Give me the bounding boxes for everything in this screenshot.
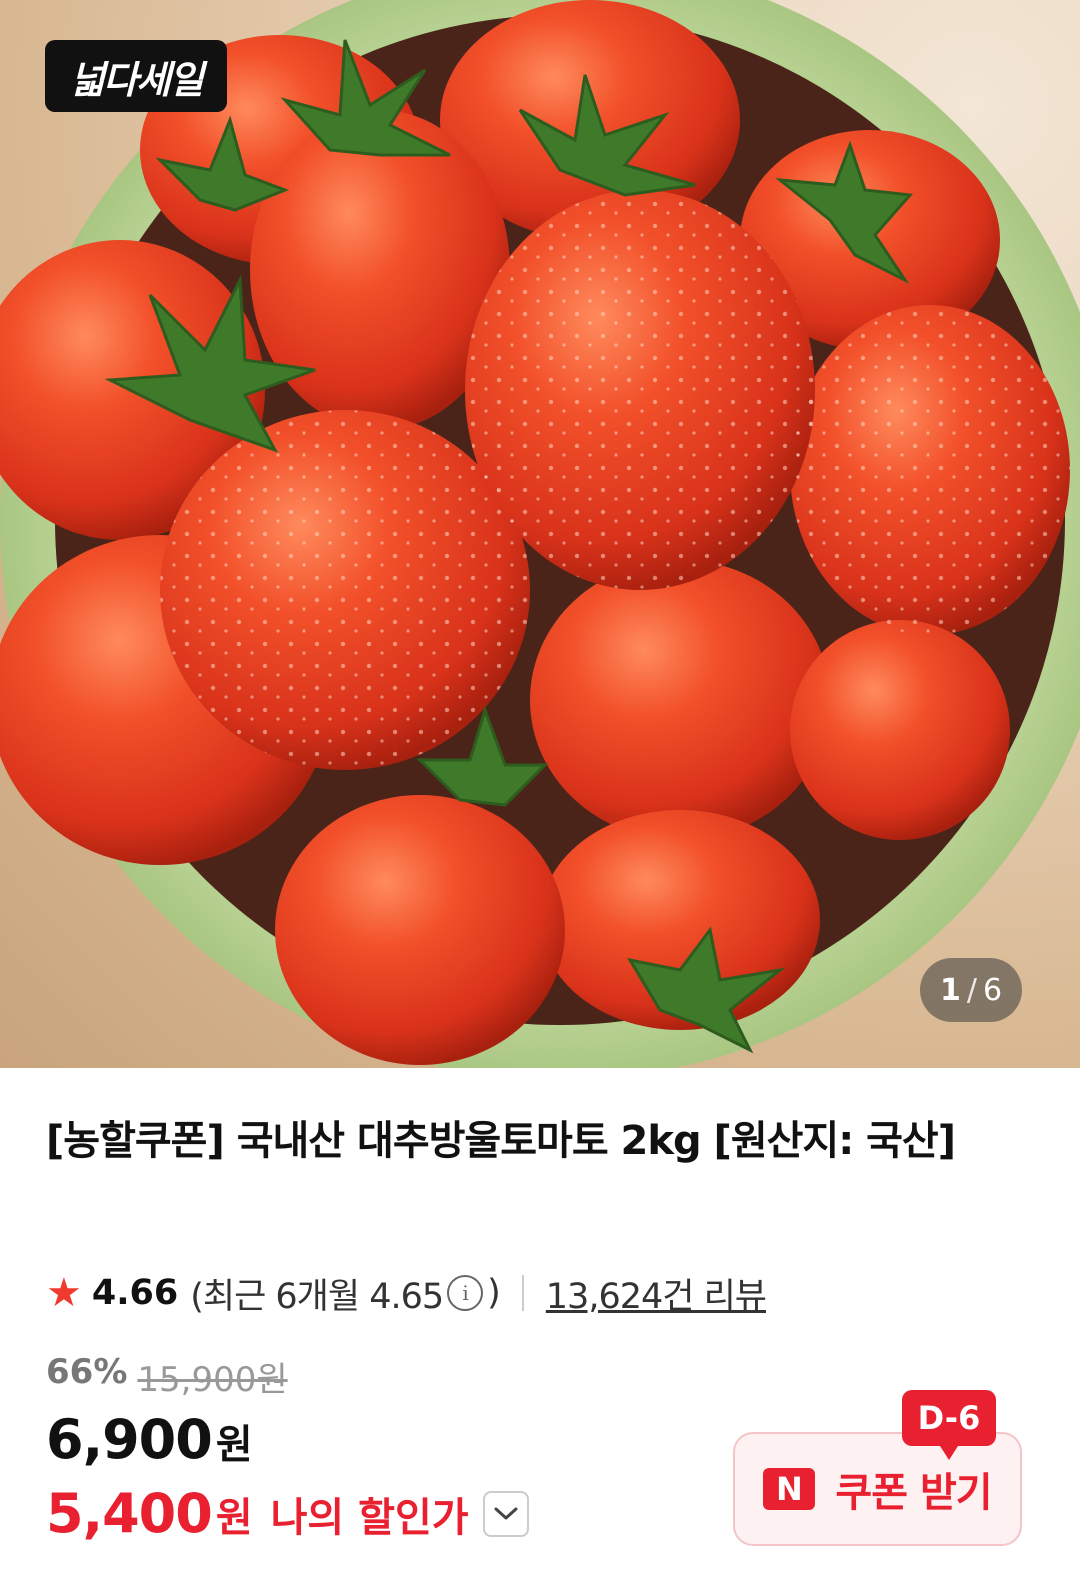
my-price-value: 5,400 (46, 1482, 213, 1545)
sale-price-unit: 원 (215, 1422, 253, 1468)
recent-rating-text: (최근 6개월 4.65 (190, 1276, 444, 1317)
recent-rating: (최근 6개월 4.65 i ) (190, 1268, 501, 1319)
tomato-bowl-image (0, 0, 1080, 1068)
sale-event-badge: 넓다세일 (45, 40, 227, 112)
my-price-unit: 원 (215, 1494, 253, 1541)
product-image-carousel[interactable]: 넓다세일 1 / 6 (0, 0, 1080, 1068)
sale-event-badge-label: 넓다세일 (70, 57, 204, 102)
my-price-label: 나의 할인가 (270, 1494, 469, 1541)
image-counter-separator: / (966, 972, 977, 1008)
image-current-index: 1 (939, 972, 961, 1008)
discount-row: 66% 15,900원 (46, 1352, 288, 1401)
info-icon[interactable]: i (447, 1275, 484, 1311)
sale-price: 6,900 원 (46, 1408, 253, 1471)
review-count-link[interactable]: 13,624건 리뷰 (546, 1268, 767, 1319)
my-discount-price-row: 5,400 원 나의 할인가 (46, 1482, 529, 1545)
get-coupon-button[interactable]: N 쿠폰 받기 (733, 1432, 1022, 1546)
sale-price-value: 6,900 (46, 1408, 213, 1471)
image-total-count: 6 (982, 972, 1003, 1008)
rating-row: ★ 4.66 (최근 6개월 4.65 i ) 13,624건 리뷰 (46, 1268, 767, 1319)
star-icon: ★ (46, 1270, 82, 1316)
discount-percent: 66% (46, 1352, 128, 1392)
rating-divider (521, 1275, 524, 1311)
d-day-badge: D-6 (902, 1390, 996, 1460)
recent-rating-close: ) (487, 1273, 501, 1313)
original-price: 15,900원 (137, 1360, 288, 1400)
coupon-button-label: 쿠폰 받기 (835, 1470, 992, 1516)
rating-score: 4.66 (91, 1273, 179, 1313)
image-page-counter: 1 / 6 (920, 958, 1022, 1022)
chevron-down-icon[interactable] (482, 1490, 529, 1537)
product-title: [농할쿠폰] 국내산 대추방울토마토 2kg [원산지: 국산] (46, 1118, 956, 1164)
naver-n-icon: N (763, 1468, 816, 1510)
